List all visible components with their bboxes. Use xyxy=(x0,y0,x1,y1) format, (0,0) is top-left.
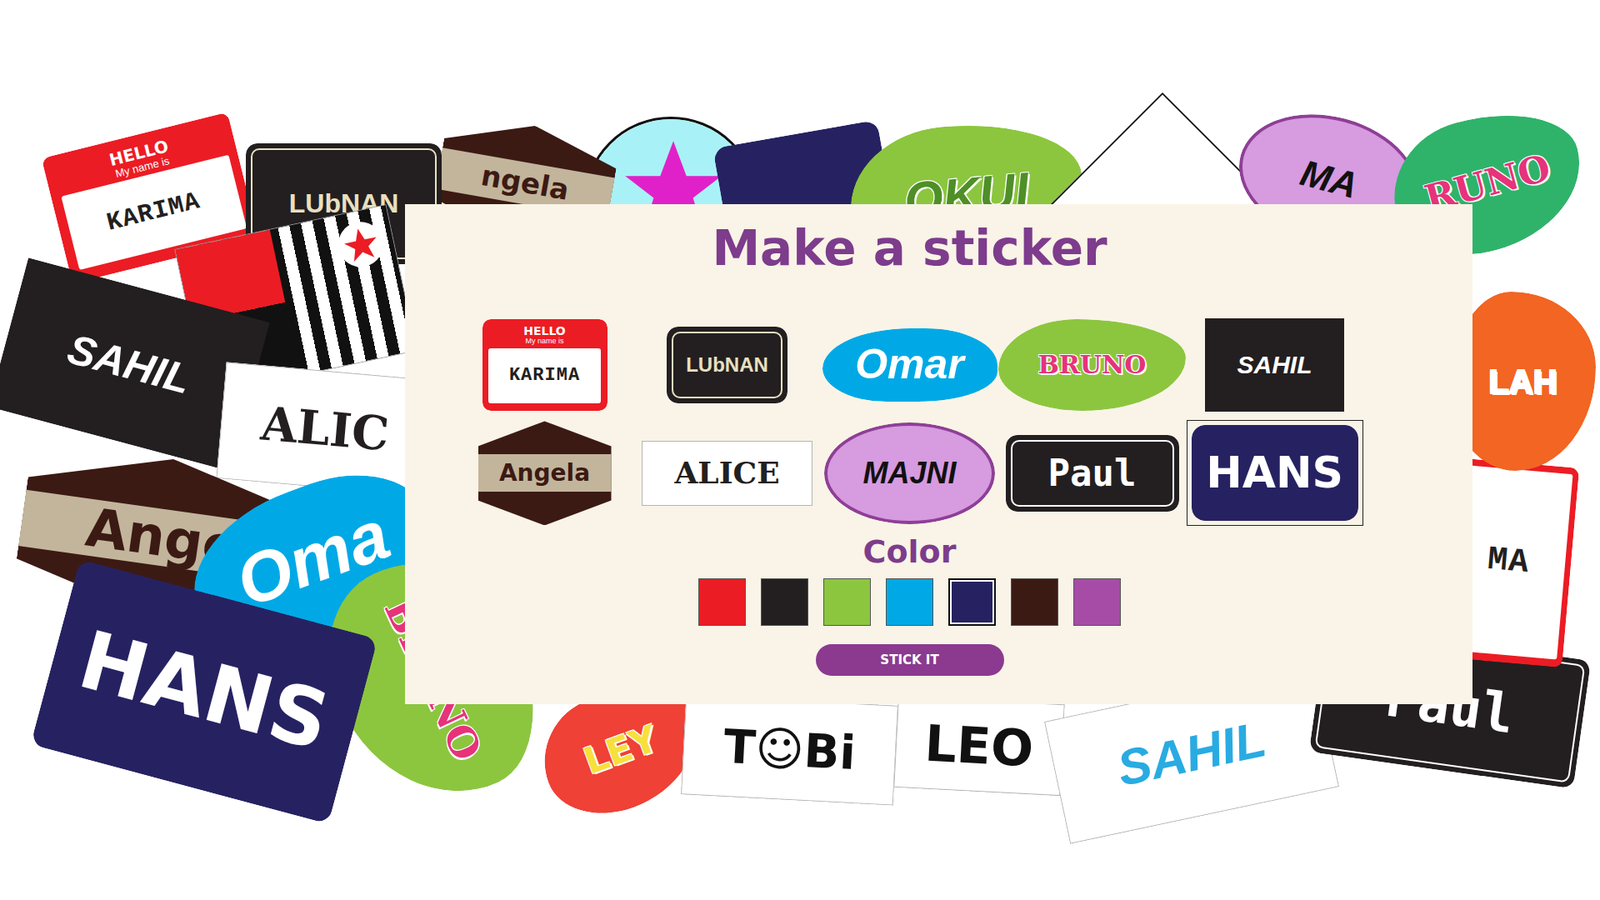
sticker-name: Omar xyxy=(851,341,968,388)
color-swatch[interactable] xyxy=(760,578,809,626)
sticker-cell: Paul xyxy=(1002,419,1182,528)
sticker-option[interactable]: LUbNAN xyxy=(661,321,793,409)
sticker: BRUNO xyxy=(998,319,1186,411)
sticker-option[interactable]: Paul xyxy=(1000,430,1185,517)
sticker-name: BRUNO xyxy=(1034,350,1150,379)
color-swatch[interactable] xyxy=(698,578,746,626)
sticker-name: MAJNI xyxy=(859,456,960,490)
sticker-canvas: OKUIMARUNOngelaHELLOMy name isKARIMALUbN… xyxy=(0,0,1600,900)
swatch-fill xyxy=(824,579,870,625)
sticker-option[interactable]: MAJNI xyxy=(819,417,1000,530)
sticker-name: ALIC xyxy=(255,397,395,460)
dialog-title: Make a sticker xyxy=(711,219,1107,280)
color-swatches xyxy=(698,578,1121,626)
sticker-cell: MAJNI xyxy=(820,419,1000,528)
swatch-fill xyxy=(951,581,993,623)
sticker: Paul xyxy=(1005,435,1180,512)
sticker-option[interactable]: HANS xyxy=(1186,420,1364,526)
sticker-cell: BRUNO xyxy=(1002,310,1182,420)
sticker-option[interactable]: SAHIL xyxy=(1200,313,1350,417)
sticker-cell: SAHIL xyxy=(1185,310,1365,420)
color-swatch[interactable] xyxy=(823,578,871,626)
sticker: T☺Bi xyxy=(680,694,899,805)
sticker-cell: HANS xyxy=(1185,419,1365,528)
color-swatch[interactable] xyxy=(885,578,934,626)
sticker-name: Angela xyxy=(495,460,594,487)
swatch-fill xyxy=(761,579,808,625)
swatch-fill xyxy=(1011,579,1058,625)
sticker-option[interactable]: BRUNO xyxy=(993,314,1191,416)
sticker-dialog: Make a sticker HELLOMy name is KARIMA LUbNA… xyxy=(405,204,1473,705)
sticker-name: KARIMA xyxy=(505,365,584,386)
sticker-name: HANS xyxy=(1202,449,1347,497)
sticker: ALIC xyxy=(215,361,434,496)
sticker: MAJNI xyxy=(824,422,995,525)
background-sticker: LEO xyxy=(893,695,1065,796)
tag-panel: KARIMA xyxy=(488,348,601,404)
sticker: Omar xyxy=(822,328,998,402)
sticker-name: LEO xyxy=(920,715,1038,776)
tag-subheader: My name is xyxy=(525,337,564,346)
swatch-fill xyxy=(886,579,933,625)
sticker-name: LAH xyxy=(1485,363,1560,400)
sticker-cell: Angela xyxy=(455,419,635,528)
sticker-cell: ALICE xyxy=(637,419,817,528)
color-swatch[interactable] xyxy=(1010,578,1059,626)
sticker-cell: Omar xyxy=(820,310,1000,420)
sticker-name: ALICE xyxy=(670,456,783,490)
stick-it-button[interactable]: STICK IT xyxy=(815,644,1005,676)
sticker: HANS xyxy=(1191,425,1359,521)
background-sticker: T☺Bi xyxy=(680,694,899,805)
sticker-grid: HELLOMy name is KARIMA LUbNAN Omar BRUNO SAHI… xyxy=(455,310,1365,528)
color-swatch[interactable] xyxy=(948,578,996,626)
sticker-option[interactable]: ALICE xyxy=(636,435,818,511)
sticker: LUbNAN xyxy=(666,326,788,404)
sticker-cell: LUbNAN xyxy=(637,310,817,420)
sticker: SAHIL xyxy=(1205,318,1345,412)
tag-header: HELLO xyxy=(523,325,566,338)
sticker-name: MA xyxy=(1482,541,1535,583)
sticker-option[interactable]: Omar xyxy=(817,323,1003,407)
sticker-name: SAHIL xyxy=(1234,350,1316,379)
sticker-name: LUbNAN xyxy=(682,354,772,376)
sticker: HELLOMy name is KARIMA xyxy=(482,319,608,411)
sticker-option[interactable]: HELLOMy name is KARIMA xyxy=(477,314,613,416)
sticker-name: KARIMA xyxy=(100,186,206,239)
sticker: LEO xyxy=(893,695,1065,796)
background-sticker: ALIC xyxy=(215,361,434,496)
sticker-option[interactable]: Angela xyxy=(473,415,617,530)
sticker-name: T☺Bi xyxy=(719,720,860,780)
sticker-cell: HELLOMy name is KARIMA xyxy=(455,310,635,420)
color-swatch[interactable] xyxy=(1073,578,1121,626)
sticker-name: Paul xyxy=(1045,453,1140,494)
swatch-fill xyxy=(699,579,745,625)
sticker: ALICE xyxy=(641,440,813,506)
color-label: Color xyxy=(863,532,957,573)
swatch-fill xyxy=(1074,579,1120,625)
star-icon xyxy=(339,223,382,266)
sticker: Angela xyxy=(478,420,612,525)
